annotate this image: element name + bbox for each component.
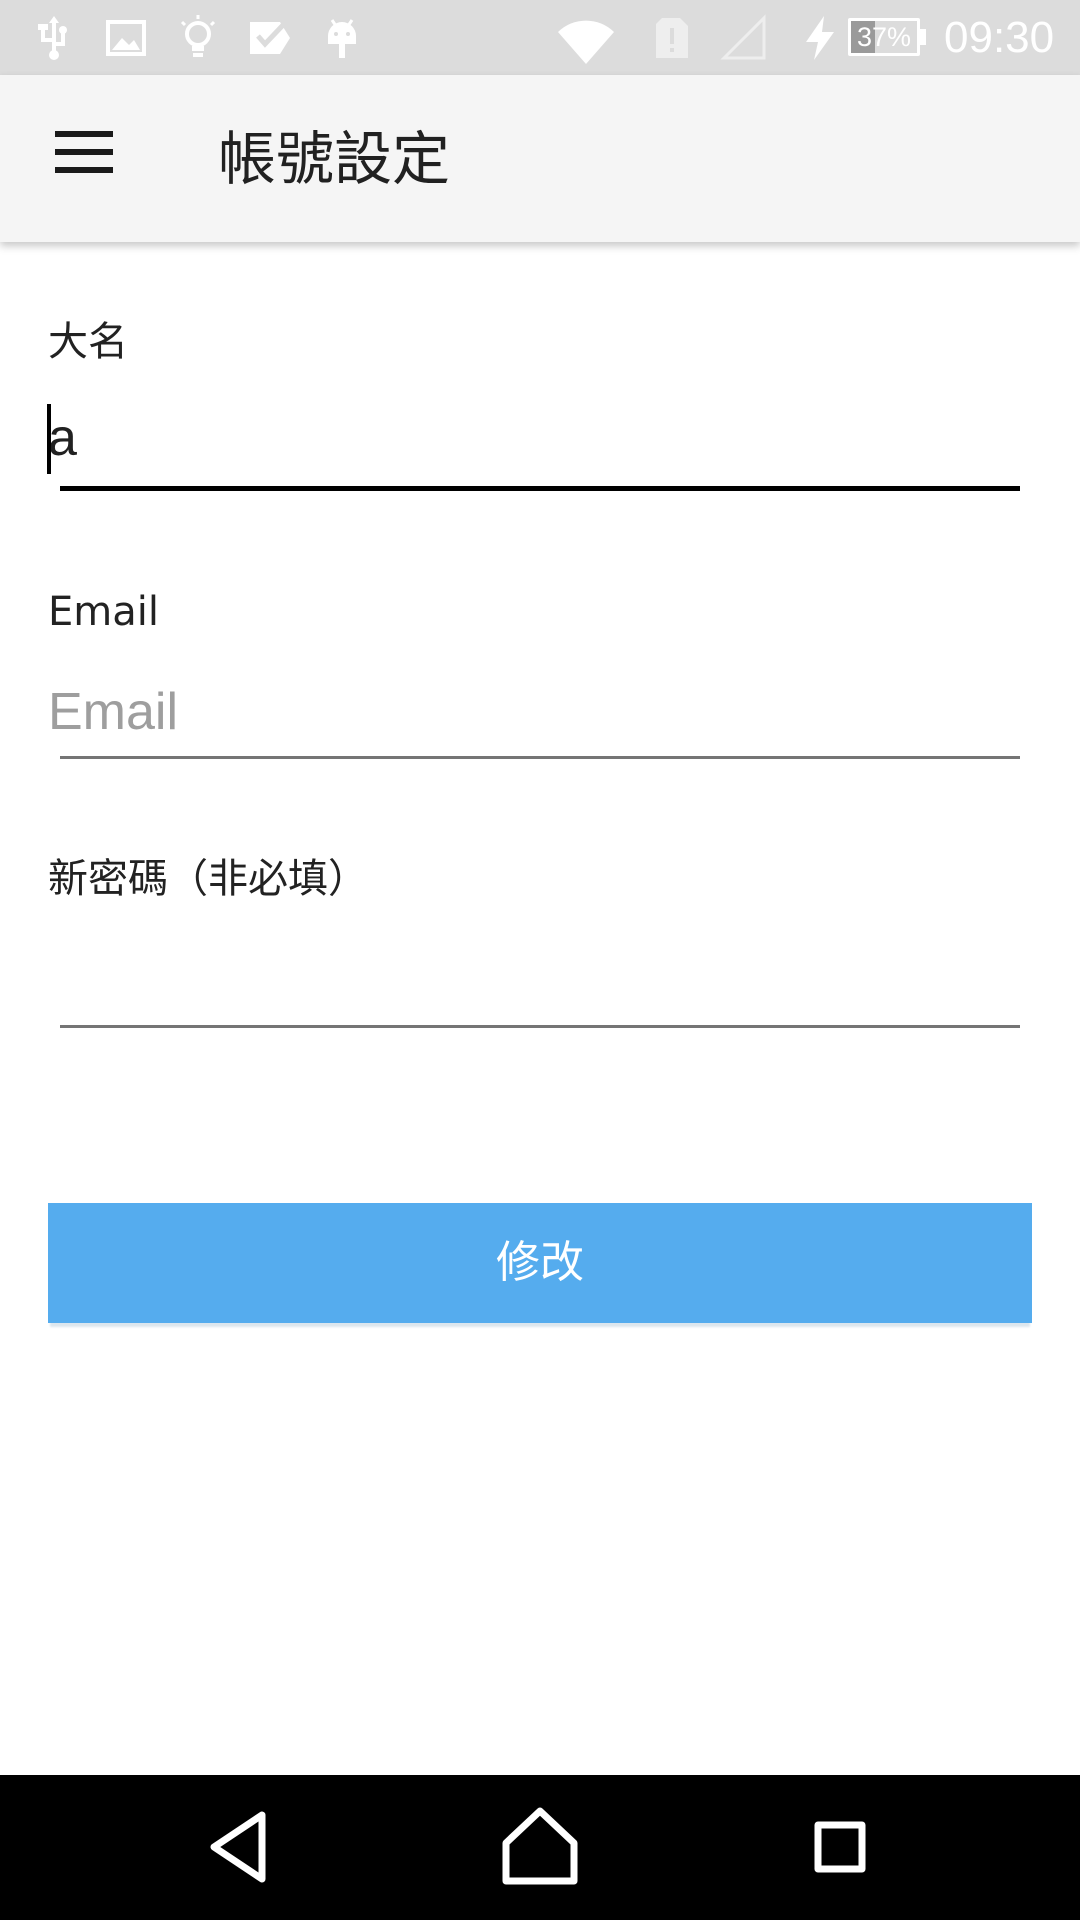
hamburger-menu-icon: [55, 129, 113, 173]
page-title: 帳號設定: [218, 125, 451, 193]
recents-icon: [814, 1821, 866, 1873]
no-signal-icon: [720, 14, 768, 62]
email-underline: [60, 756, 1020, 759]
back-icon: [210, 1811, 266, 1883]
android-icon: [318, 14, 366, 62]
sim-alert-icon: [648, 14, 696, 62]
menu-button[interactable]: [34, 105, 134, 205]
submit-button[interactable]: 修改: [48, 1203, 1032, 1323]
battery-indicator: 37%: [848, 18, 926, 56]
wifi-icon: [556, 10, 616, 70]
email-input[interactable]: [48, 672, 1020, 752]
lightbulb-icon: [174, 14, 222, 62]
home-icon: [502, 1807, 578, 1885]
image-icon: [102, 14, 150, 62]
recents-button[interactable]: [790, 1797, 890, 1897]
home-button[interactable]: [490, 1797, 590, 1897]
email-label: Email: [48, 589, 159, 635]
usb-icon: [30, 14, 78, 62]
password-input[interactable]: [48, 940, 1020, 1020]
password-label: 新密碼（非必填）: [48, 856, 368, 902]
name-input[interactable]: [48, 398, 1020, 478]
password-underline: [60, 1025, 1020, 1028]
app-bar: 帳號設定: [0, 75, 1080, 242]
text-caret: [47, 404, 51, 474]
checkbox-icon: [246, 14, 294, 62]
charging-bolt-icon: [800, 14, 840, 62]
name-label: 大名: [48, 319, 128, 365]
name-underline: [60, 486, 1020, 491]
system-nav-bar: [0, 1775, 1080, 1920]
battery-percent: 37%: [856, 22, 912, 52]
status-bar: 37% 09:30: [0, 0, 1080, 75]
status-clock: 09:30: [944, 13, 1055, 62]
back-button[interactable]: [190, 1797, 290, 1897]
account-settings-screen: 37% 09:30 帳號設定 大名 Email 新密碼（非必填） 修改: [0, 0, 1080, 1920]
